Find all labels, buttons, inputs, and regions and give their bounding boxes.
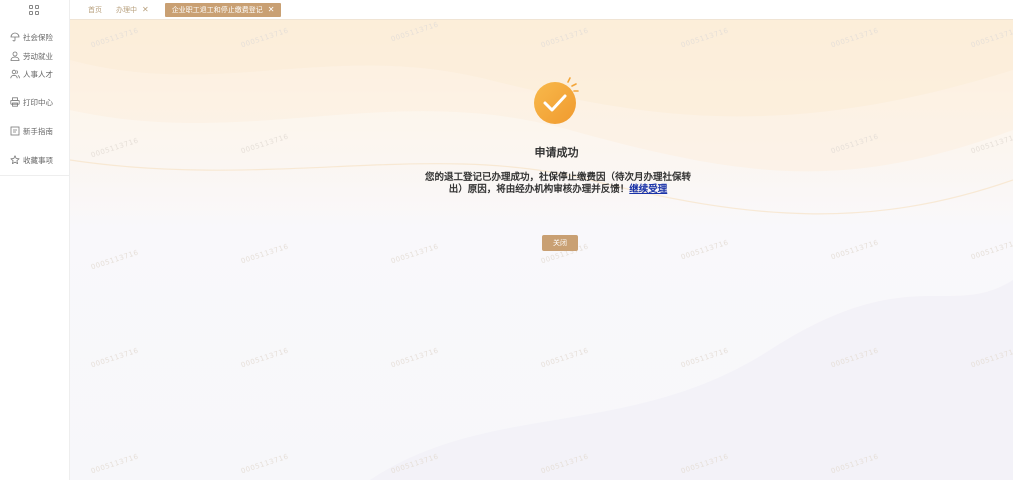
sidebar-item-label: 收藏事项 xyxy=(23,155,53,165)
printer-icon xyxy=(10,97,20,107)
success-message: 您的退工登记已办理成功，社保停止缴费因（待次月办理社保转出）原因，将由经办机构审… xyxy=(420,172,696,196)
sidebar-header xyxy=(0,0,69,20)
tab-label: 首页 xyxy=(88,5,102,14)
sidebar-item-favorites[interactable]: 收藏事项 xyxy=(10,154,53,166)
sidebar-item-employment[interactable]: 劳动就业 xyxy=(10,50,53,62)
sidebar-item-social-insurance[interactable]: 社会保险 xyxy=(10,31,53,43)
sidebar-item-guide[interactable]: 新手指南 xyxy=(10,125,53,137)
sidebar-item-label: 人事人才 xyxy=(23,69,53,79)
person-icon xyxy=(10,51,20,61)
close-icon[interactable]: ✕ xyxy=(142,5,149,14)
continue-processing-link[interactable]: 继续受理 xyxy=(629,184,667,195)
success-check-icon xyxy=(534,77,579,124)
umbrella-icon xyxy=(10,32,20,42)
tab-termination-registration[interactable]: 企业职工退工和停止缴费登记 ✕ xyxy=(164,2,282,17)
sidebar-item-label: 新手指南 xyxy=(23,126,53,136)
sidebar-item-label: 劳动就业 xyxy=(23,51,53,61)
close-icon[interactable]: ✕ xyxy=(268,5,275,14)
sidebar-item-label: 打印中心 xyxy=(23,97,53,107)
sidebar-item-print-center[interactable]: 打印中心 xyxy=(10,96,53,108)
grid-menu-icon[interactable] xyxy=(29,4,40,16)
sidebar-item-label: 社会保险 xyxy=(23,32,53,42)
main-content: 0005113716 0005113716 0005113716 0005113… xyxy=(70,20,1013,480)
tab-home[interactable]: 首页 xyxy=(88,3,102,17)
sidebar-divider xyxy=(0,175,70,176)
people-icon xyxy=(10,69,20,79)
sidebar: 社会保险 劳动就业 人事人才 打印中心 新手指南 收藏事项 xyxy=(0,0,70,480)
star-icon xyxy=(10,155,20,165)
tab-in-progress[interactable]: 办理中 ✕ xyxy=(116,3,149,17)
app-window: 社会保险 劳动就业 人事人才 打印中心 新手指南 收藏事项 首页 办理中 ✕ 企… xyxy=(0,0,1013,480)
tab-label: 企业职工退工和停止缴费登记 xyxy=(171,5,263,14)
tab-bar: 首页 办理中 ✕ 企业职工退工和停止缴费登记 ✕ xyxy=(70,0,1013,20)
close-button[interactable]: 关闭 xyxy=(542,235,578,251)
tab-label: 办理中 xyxy=(116,5,137,14)
sidebar-item-personnel[interactable]: 人事人才 xyxy=(10,68,53,80)
success-title: 申请成功 xyxy=(534,146,579,159)
guide-icon xyxy=(10,126,20,136)
